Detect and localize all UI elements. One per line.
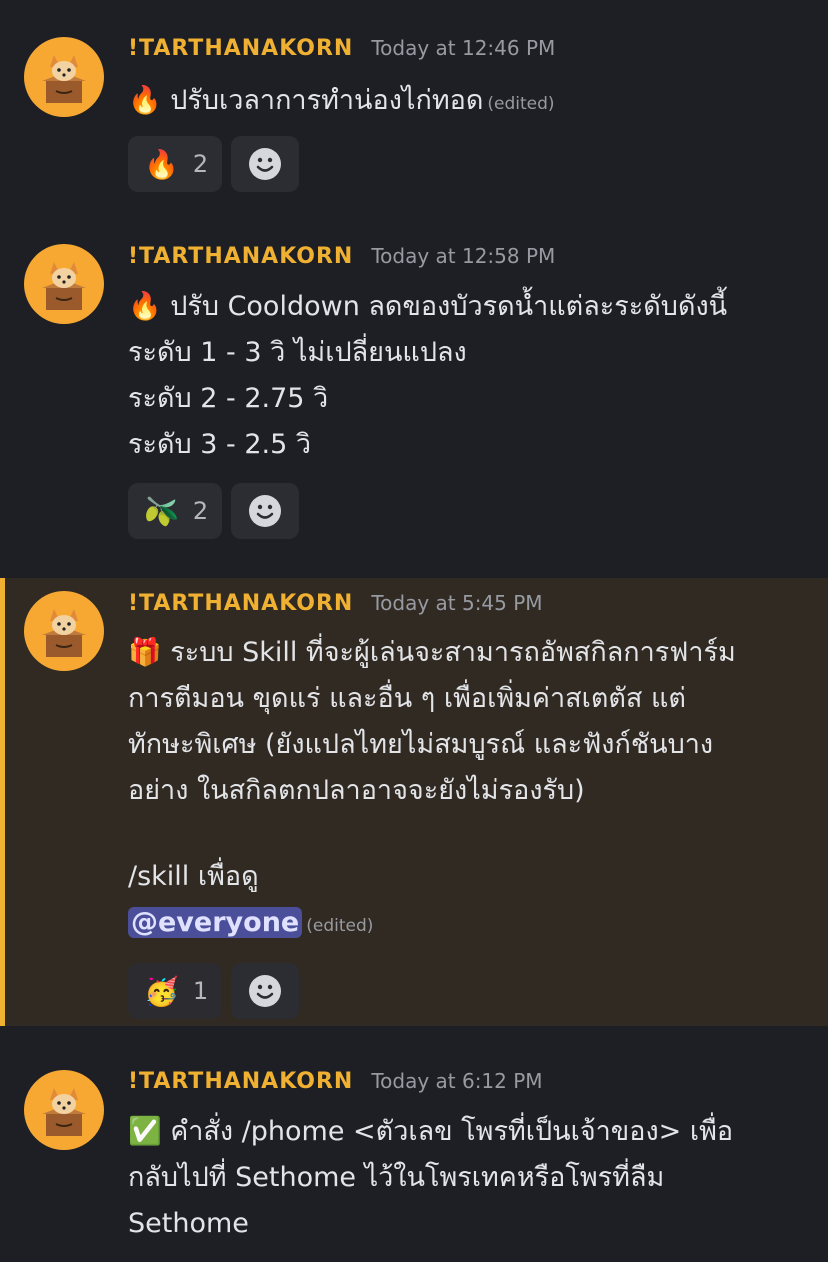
message-content: 🔥 ปรับ Cooldown ลดของบัวรดน้ำแต่ละระดับด… — [128, 284, 808, 468]
reaction-button[interactable]: 🔥 2 — [128, 136, 223, 192]
smiley-face-icon — [249, 975, 282, 1007]
message-line: ระดับ 2 - 2.75 วิ — [128, 383, 329, 414]
message-line: ระดับ 1 - 3 วิ ไม่เปลี่ยนแปลง — [128, 337, 467, 368]
reactions-bar: 🔥 2 — [128, 136, 300, 192]
message-header: !TARTHANAKORN Today at 5:45 PM — [128, 591, 543, 625]
message-line: 🔥 ปรับ Cooldown ลดของบัวรดน้ำแต่ละระดับด… — [128, 291, 728, 322]
corgi-in-box-icon — [42, 1088, 86, 1136]
message-header: !TARTHANAKORN Today at 12:46 PM — [128, 36, 555, 70]
party-face-emoji-icon: 🥳 — [144, 974, 179, 1008]
username[interactable]: !TARTHANAKORN — [128, 36, 353, 61]
smiley-face-icon — [249, 495, 282, 527]
message-line: 🔥 ปรับเวลาการทำน่องไก่ทอด (edited) — [128, 85, 555, 116]
username[interactable]: !TARTHANAKORN — [128, 1069, 353, 1094]
olive-emoji-icon: 🫒 — [144, 494, 179, 528]
message-content: 🎁 ระบบ Skill ที่จะผู้เล่นจะสามารถอัพสกิล… — [128, 630, 808, 946]
timestamp[interactable]: Today at 12:58 PM — [371, 244, 555, 268]
message-line: กลับไปที่ Sethome ไว้ในโพรเทคหรือโพรที่ล… — [128, 1162, 665, 1193]
user-avatar[interactable] — [24, 591, 104, 671]
message-line: Sethome — [128, 1208, 249, 1239]
add-reaction-button[interactable] — [231, 483, 300, 539]
smiley-face-icon — [249, 148, 282, 180]
message-line: ระดับ 3 - 2.5 วิ — [128, 429, 312, 460]
message-4: !TARTHANAKORN Today at 6:12 PM ✅ คำสั่ง … — [0, 1026, 828, 1262]
user-avatar[interactable] — [24, 244, 104, 324]
edited-label: (edited) — [306, 916, 374, 936]
message-header: !TARTHANAKORN Today at 6:12 PM — [128, 1069, 543, 1103]
corgi-in-box-icon — [42, 55, 86, 103]
message-2: !TARTHANAKORN Today at 12:58 PM 🔥 ปรับ C… — [0, 210, 828, 578]
add-reaction-button[interactable] — [231, 136, 300, 192]
reactions-bar: 🥳 1 — [128, 963, 300, 1019]
corgi-in-box-icon — [42, 609, 86, 657]
fire-emoji-icon: 🔥 — [144, 147, 179, 181]
user-avatar[interactable] — [24, 37, 104, 117]
message-line: 🎁 ระบบ Skill ที่จะผู้เล่นจะสามารถอัพสกิล… — [128, 637, 736, 668]
message-line: อย่าง ในสกิลตกปลาอาจจะยังไม่รองรับ) — [128, 775, 585, 806]
corgi-in-box-icon — [42, 262, 86, 310]
message-content: ✅ คำสั่ง /phome <ตัวเลข โพรที่เป็นเจ้าขอ… — [128, 1109, 808, 1247]
username[interactable]: !TARTHANAKORN — [128, 591, 353, 616]
everyone-mention[interactable]: @everyone — [128, 907, 303, 938]
message-content: 🔥 ปรับเวลาการทำน่องไก่ทอด (edited) — [128, 78, 808, 124]
message-line: /skill เพื่อดู — [128, 861, 259, 892]
timestamp[interactable]: Today at 6:12 PM — [371, 1069, 542, 1093]
timestamp[interactable]: Today at 12:46 PM — [371, 36, 555, 60]
edited-label: (edited) — [487, 94, 555, 114]
message-line: ✅ คำสั่ง /phome <ตัวเลข โพรที่เป็นเจ้าขอ… — [128, 1116, 734, 1147]
user-avatar[interactable] — [24, 1070, 104, 1150]
reaction-count: 2 — [192, 150, 209, 178]
add-reaction-button[interactable] — [231, 963, 300, 1019]
reaction-button[interactable]: 🥳 1 — [128, 963, 223, 1019]
message-line: การตีมอน ขุดแร่ และอื่น ๆ เพื่อเพิ่มค่าส… — [128, 683, 686, 714]
message-1: !TARTHANAKORN Today at 12:46 PM 🔥 ปรับเว… — [0, 0, 828, 210]
reaction-count: 2 — [192, 497, 209, 525]
message-line: ทักษะพิเศษ (ยังแปลไทยไม่สมบูรณ์ และฟังก์… — [128, 729, 714, 760]
message-header: !TARTHANAKORN Today at 12:58 PM — [128, 244, 555, 278]
message-line: @everyone (edited) — [128, 900, 808, 946]
reaction-count: 1 — [192, 977, 209, 1005]
reaction-button[interactable]: 🫒 2 — [128, 483, 223, 539]
message-3-mention-highlight: !TARTHANAKORN Today at 5:45 PM 🎁 ระบบ Sk… — [0, 578, 828, 1026]
reactions-bar: 🫒 2 — [128, 483, 300, 539]
timestamp[interactable]: Today at 5:45 PM — [371, 591, 542, 615]
username[interactable]: !TARTHANAKORN — [128, 244, 353, 269]
